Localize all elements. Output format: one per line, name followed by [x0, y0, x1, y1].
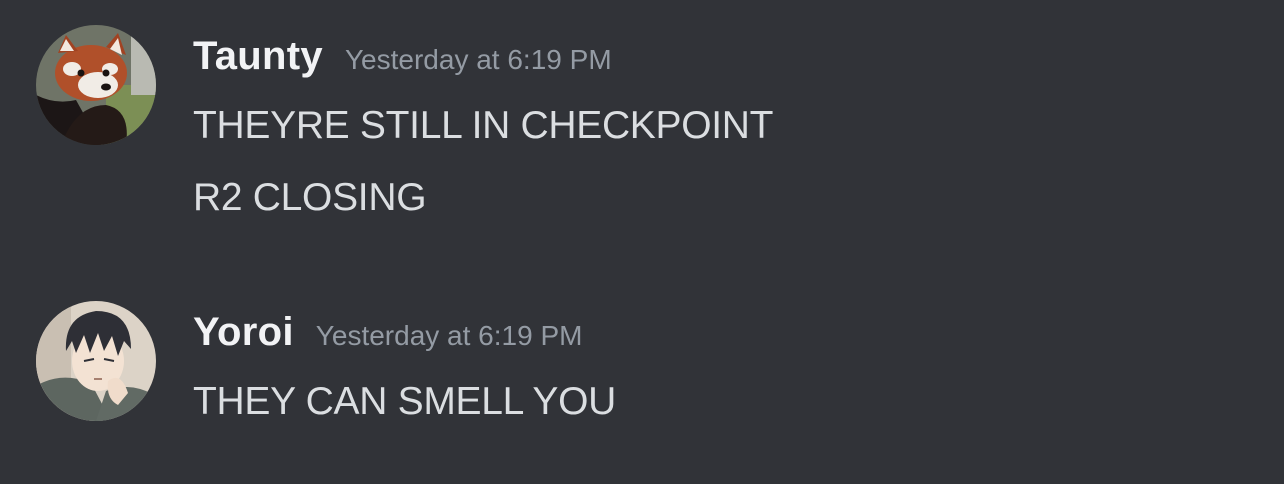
message-text: THEY CAN SMELL YOU — [193, 380, 617, 423]
avatar[interactable] — [36, 25, 156, 145]
anime-character-avatar-icon — [36, 301, 156, 421]
message-text: THEYRE STILL IN CHECKPOINT — [193, 104, 774, 147]
username[interactable]: Yoroi — [193, 310, 294, 354]
red-panda-avatar-icon — [36, 25, 156, 145]
username[interactable]: Taunty — [193, 34, 323, 78]
message-header: Yoroi Yesterday at 6:19 PM — [193, 310, 582, 355]
avatar[interactable] — [36, 301, 156, 421]
message-header: Taunty Yesterday at 6:19 PM — [193, 34, 612, 79]
timestamp[interactable]: Yesterday at 6:19 PM — [316, 320, 583, 351]
message-text: R2 CLOSING — [193, 176, 427, 219]
timestamp[interactable]: Yesterday at 6:19 PM — [345, 44, 612, 75]
